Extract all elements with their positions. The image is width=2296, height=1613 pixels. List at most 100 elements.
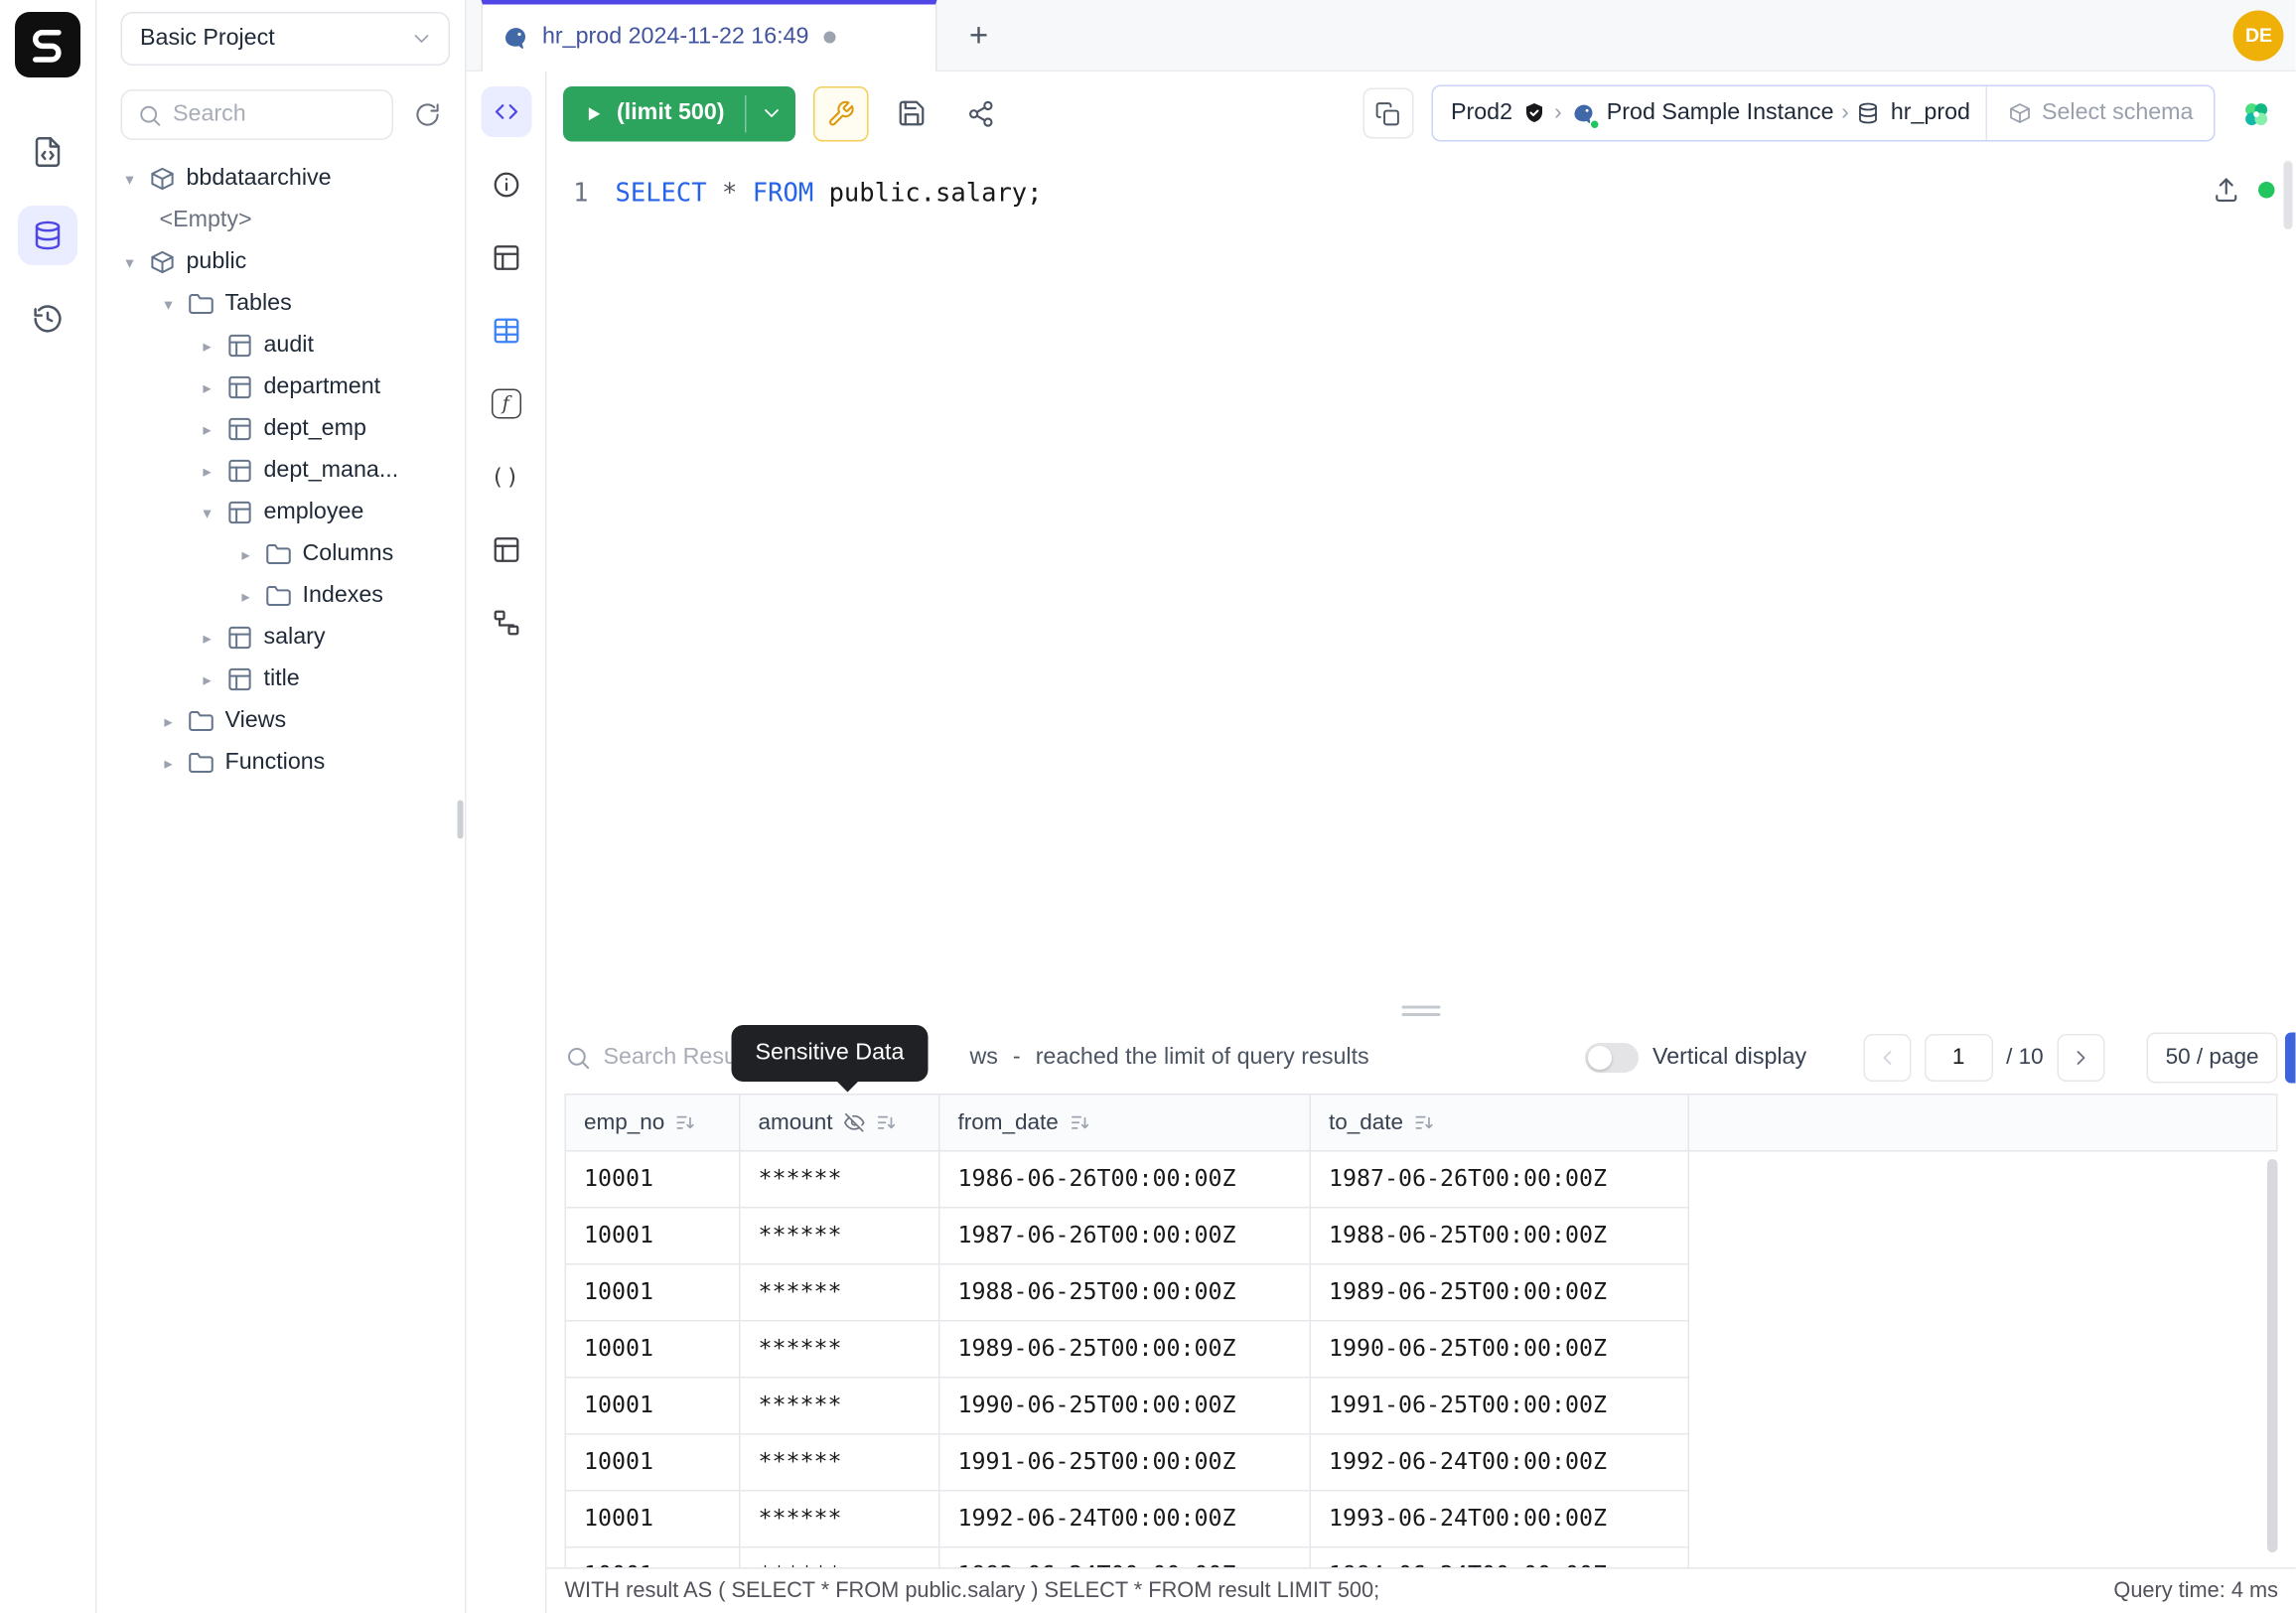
sort-icon[interactable]: [675, 1110, 698, 1133]
sidebar-resize-handle[interactable]: [458, 801, 464, 839]
info-panel-button[interactable]: [481, 160, 531, 211]
table-row[interactable]: 10001 ****** 1988-06-25T00:00:00Z 1989-0…: [565, 1263, 2277, 1320]
caret-right-icon[interactable]: ▸: [199, 377, 216, 397]
cell-emp-no[interactable]: 10001: [565, 1377, 740, 1433]
share-button[interactable]: [955, 88, 1006, 139]
ai-assistant-button[interactable]: [2233, 91, 2278, 136]
tree-item-bbdataarchive[interactable]: ▾ bbdataarchive: [97, 158, 466, 200]
column-header-amount[interactable]: amount: [740, 1094, 939, 1150]
tree-item-tables[interactable]: ▾ Tables: [97, 283, 466, 325]
cell-amount-masked[interactable]: ******: [740, 1433, 939, 1490]
cell-from-date[interactable]: 1989-06-25T00:00:00Z: [939, 1320, 1311, 1377]
cell-amount-masked[interactable]: ******: [740, 1546, 939, 1566]
tree-item-views[interactable]: ▸ Views: [97, 700, 466, 742]
panel-splitter[interactable]: [547, 1000, 2296, 1021]
caret-down-icon[interactable]: ▾: [121, 169, 139, 189]
tree-item-title[interactable]: ▸ title: [97, 659, 466, 700]
sql-editor[interactable]: 1 SELECT * FROM public.salary;: [547, 155, 2296, 1000]
sort-icon[interactable]: [1414, 1110, 1437, 1133]
caret-down-icon[interactable]: ▾: [199, 503, 216, 522]
cell-to-date[interactable]: 1987-06-26T00:00:00Z: [1310, 1150, 1688, 1207]
table-row[interactable]: 10001 ****** 1991-06-25T00:00:00Z 1992-0…: [565, 1433, 2277, 1490]
caret-right-icon[interactable]: ▸: [199, 461, 216, 481]
upload-icon[interactable]: [2213, 176, 2241, 205]
page-size-selector[interactable]: 50 / page: [2146, 1032, 2278, 1083]
editor-scrollbar[interactable]: [2284, 161, 2293, 229]
cell-to-date[interactable]: 1989-06-25T00:00:00Z: [1310, 1263, 1688, 1320]
page-number-input[interactable]: [1925, 1033, 1993, 1081]
table-row[interactable]: 10001 ****** 1986-06-26T00:00:00Z 1987-0…: [565, 1150, 2277, 1207]
cell-to-date[interactable]: 1988-06-25T00:00:00Z: [1310, 1207, 1688, 1263]
cell-emp-no[interactable]: 10001: [565, 1433, 740, 1490]
cell-to-date[interactable]: 1994-06-24T00:00:00Z: [1310, 1546, 1688, 1566]
tree-item-employee[interactable]: ▾ employee: [97, 492, 466, 533]
tree-item-salary[interactable]: ▸ salary: [97, 617, 466, 659]
schema-selector[interactable]: Select schema: [1985, 86, 2215, 140]
tree-item-indexes[interactable]: ▸ Indexes: [97, 575, 466, 617]
tree-item-audit[interactable]: ▸ audit: [97, 325, 466, 367]
format-sql-button[interactable]: [814, 85, 870, 141]
refresh-button[interactable]: [405, 92, 450, 137]
instance-item[interactable]: Prod Sample Instance: [1569, 100, 1833, 127]
procedures-panel-button[interactable]: (): [481, 452, 531, 503]
column-header-to-date[interactable]: to_date: [1310, 1094, 1688, 1150]
bytebase-logo[interactable]: [15, 12, 80, 77]
batch-query-button[interactable]: [1363, 88, 1413, 139]
tab-hr-prod[interactable]: hr_prod 2024-11-22 16:49: [482, 0, 937, 71]
caret-down-icon[interactable]: ▾: [121, 252, 139, 272]
column-header-from-date[interactable]: from_date: [939, 1094, 1311, 1150]
sidebar-search-box[interactable]: [121, 89, 394, 140]
tree-item-dept-manager[interactable]: ▸ dept_mana...: [97, 450, 466, 492]
caret-right-icon[interactable]: ▸: [199, 336, 216, 356]
sort-icon[interactable]: [1069, 1110, 1091, 1133]
cell-to-date[interactable]: 1991-06-25T00:00:00Z: [1310, 1377, 1688, 1433]
user-avatar[interactable]: DE: [2233, 10, 2284, 61]
cell-amount-masked[interactable]: ******: [740, 1320, 939, 1377]
code-line[interactable]: 1 SELECT * FROM public.salary;: [547, 173, 2296, 215]
cell-from-date[interactable]: 1991-06-25T00:00:00Z: [939, 1433, 1311, 1490]
tree-item-department[interactable]: ▸ department: [97, 367, 466, 408]
views-panel-button[interactable]: [481, 524, 531, 575]
schema-panel-button[interactable]: [481, 306, 531, 357]
caret-right-icon[interactable]: ▸: [199, 628, 216, 648]
database-nav-button[interactable]: [18, 206, 77, 265]
caret-right-icon[interactable]: ▸: [237, 544, 255, 564]
functions-panel-button[interactable]: f: [481, 378, 531, 429]
prev-page-button[interactable]: [1863, 1033, 1911, 1081]
tree-item-dept-emp[interactable]: ▸ dept_emp: [97, 408, 466, 450]
sidebar-search-input[interactable]: [173, 101, 377, 128]
cell-emp-no[interactable]: 10001: [565, 1490, 740, 1546]
column-header-emp-no[interactable]: emp_no: [565, 1094, 740, 1150]
cell-from-date[interactable]: 1993-06-24T00:00:00Z: [939, 1546, 1311, 1566]
tree-item-functions[interactable]: ▸ Functions: [97, 742, 466, 784]
cell-from-date[interactable]: 1992-06-24T00:00:00Z: [939, 1490, 1311, 1546]
caret-right-icon[interactable]: ▸: [237, 586, 255, 606]
new-tab-button[interactable]: +: [958, 14, 1000, 56]
next-page-button[interactable]: [2057, 1033, 2104, 1081]
results-scrollbar[interactable]: [2267, 1158, 2278, 1551]
project-selector[interactable]: Basic Project: [121, 12, 451, 66]
caret-right-icon[interactable]: ▸: [160, 753, 178, 773]
environment-item[interactable]: Prod2: [1451, 100, 1547, 127]
cell-emp-no[interactable]: 10001: [565, 1263, 740, 1320]
cell-emp-no[interactable]: 10001: [565, 1320, 740, 1377]
tree-item-columns[interactable]: ▸ Columns: [97, 533, 466, 575]
editor-panel-button[interactable]: [481, 86, 531, 137]
history-nav-button[interactable]: [18, 289, 77, 349]
cell-emp-no[interactable]: 10001: [565, 1546, 740, 1566]
table-row[interactable]: 10001 ****** 1987-06-26T00:00:00Z 1988-0…: [565, 1207, 2277, 1263]
connection-breadcrumb[interactable]: Prod2 › Prod Sample Instance ›: [1431, 85, 2216, 142]
cell-amount-masked[interactable]: ******: [740, 1377, 939, 1433]
cell-emp-no[interactable]: 10001: [565, 1207, 740, 1263]
cell-amount-masked[interactable]: ******: [740, 1207, 939, 1263]
table-row[interactable]: 10001 ****** 1989-06-25T00:00:00Z 1990-0…: [565, 1320, 2277, 1377]
cell-amount-masked[interactable]: ******: [740, 1490, 939, 1546]
database-item[interactable]: hr_prod: [1856, 100, 1970, 127]
table-row[interactable]: 10001 ****** 1992-06-24T00:00:00Z 1993-0…: [565, 1490, 2277, 1546]
cell-to-date[interactable]: 1992-06-24T00:00:00Z: [1310, 1433, 1688, 1490]
caret-down-icon[interactable]: ▾: [160, 294, 178, 314]
cell-from-date[interactable]: 1990-06-25T00:00:00Z: [939, 1377, 1311, 1433]
diagram-panel-button[interactable]: [481, 598, 531, 649]
run-query-button[interactable]: (limit 500): [563, 85, 796, 141]
eye-off-icon[interactable]: [843, 1110, 866, 1133]
